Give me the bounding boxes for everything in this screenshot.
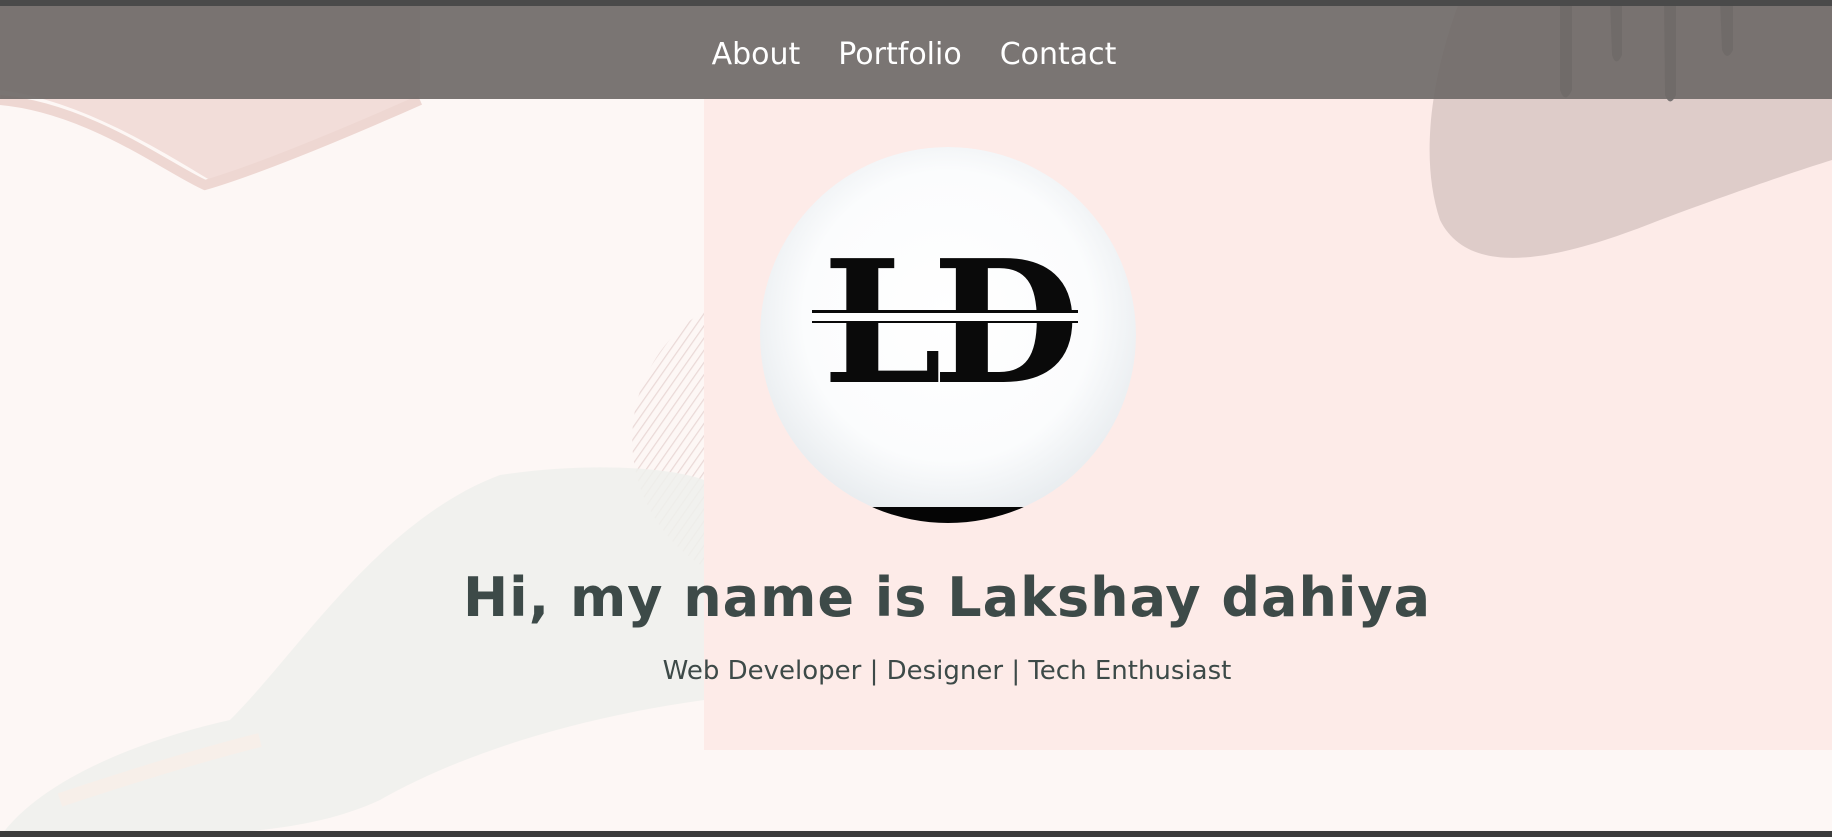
nav-contact-link[interactable]: Contact [1000, 37, 1117, 72]
nav-about-link[interactable]: About [712, 37, 801, 72]
hero-headline: Hi, my name is Lakshay dahiya [462, 566, 1432, 629]
nav-links: About Portfolio Contact [712, 37, 1117, 72]
monogram-text: LD [812, 223, 1083, 423]
nav-portfolio-link[interactable]: Portfolio [838, 37, 961, 72]
hero-tagline: Web Developer | Designer | Tech Enthusia… [662, 656, 1232, 686]
portfolio-page: About Portfolio Contact LD Hi, my name i… [0, 0, 1832, 837]
navbar: About Portfolio Contact [0, 6, 1832, 99]
bottom-border [0, 831, 1832, 837]
ld-monogram-logo: LD [760, 147, 1136, 523]
